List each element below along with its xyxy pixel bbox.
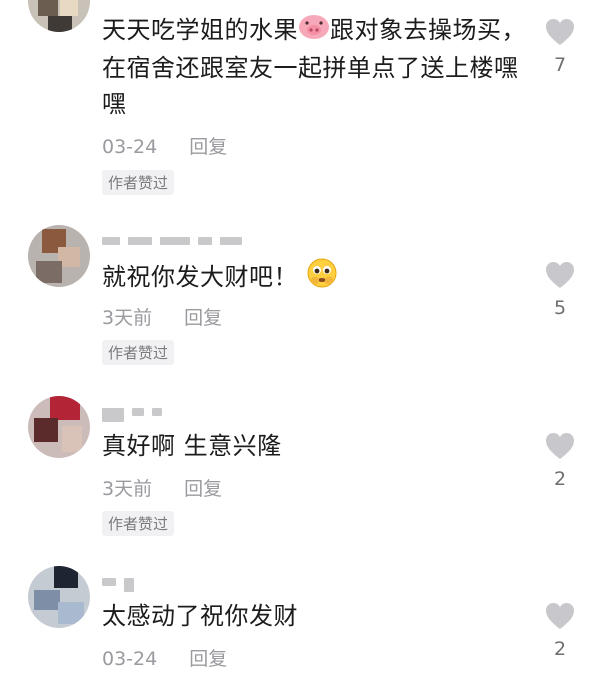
pig-face-emoji	[298, 12, 330, 50]
comment-date: 03-24	[102, 648, 158, 670]
like-count: 2	[553, 638, 567, 660]
username-blurred	[102, 408, 162, 422]
comment-text: 太感动了祝你发财	[102, 602, 298, 630]
comment-date: 03-24	[102, 136, 158, 158]
like-button[interactable]: 5	[540, 261, 580, 319]
like-count: 2	[553, 468, 567, 490]
like-button[interactable]: 2	[540, 432, 580, 490]
avatar[interactable]	[28, 225, 90, 287]
like-count: 5	[553, 297, 567, 319]
author-liked-badge: 作者赞过	[102, 170, 175, 195]
comment-text: 就祝你发大财吧！	[102, 257, 532, 299]
reply-button[interactable]: 回复	[189, 136, 227, 158]
heart-icon[interactable]	[545, 18, 575, 46]
author-liked-badge: 作者赞过	[102, 511, 175, 536]
comment-meta: 3天前 回复	[102, 303, 222, 330]
comment-meta: 03-24 回复	[102, 644, 227, 671]
reply-button[interactable]: 回复	[184, 307, 222, 329]
like-button[interactable]: 2	[540, 602, 580, 660]
comment-text: 天天吃学姐的水果 跟对象去操场买，在宿舍还跟室友一起拼单点了送上楼嘿嘿	[102, 12, 532, 122]
heart-icon[interactable]	[545, 602, 575, 630]
avatar[interactable]	[28, 396, 90, 458]
heart-icon[interactable]	[545, 261, 575, 289]
comment-meta: 03-24 回复	[102, 132, 227, 159]
reply-button[interactable]: 回复	[189, 648, 227, 670]
like-button[interactable]: 7	[540, 18, 580, 76]
heart-icon[interactable]	[545, 432, 575, 460]
avatar[interactable]	[28, 0, 90, 32]
comment-date: 3天前	[102, 478, 153, 500]
reply-button[interactable]: 回复	[184, 478, 222, 500]
comment-text: 真好啊 生意兴隆	[102, 432, 282, 460]
comment-date: 3天前	[102, 307, 153, 329]
comment-meta: 3天前 回复	[102, 474, 222, 501]
username-blurred	[102, 237, 242, 249]
pleading-face-emoji	[306, 257, 338, 299]
username-blurred	[102, 578, 134, 592]
avatar[interactable]	[28, 566, 90, 628]
author-liked-badge: 作者赞过	[102, 340, 175, 365]
like-count: 7	[553, 54, 567, 76]
